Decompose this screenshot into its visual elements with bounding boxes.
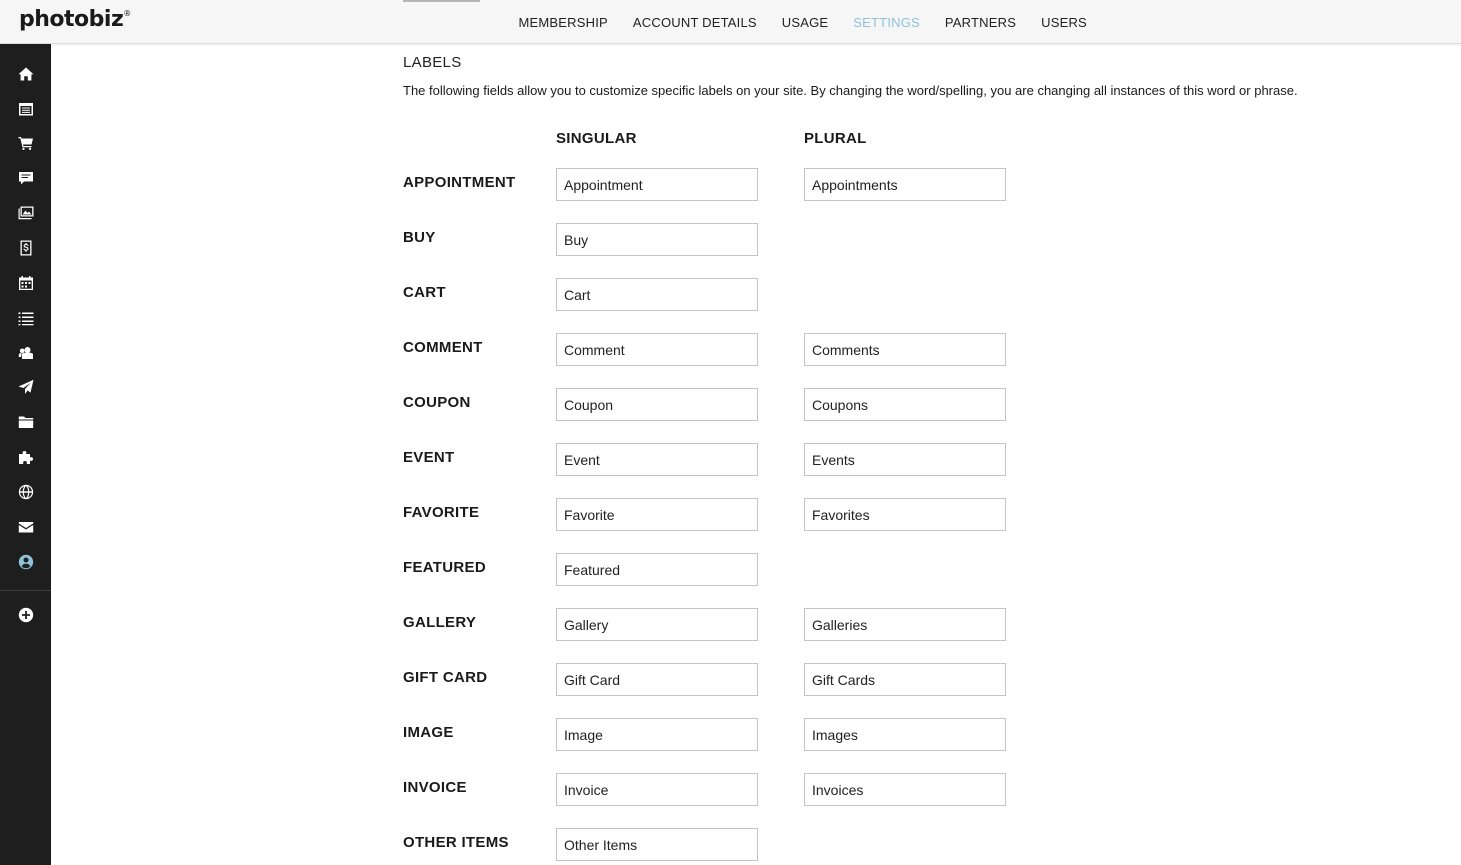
label-row-other-items: OTHER ITEMS Other Items <box>403 828 1103 861</box>
list-icon[interactable] <box>0 301 51 335</box>
plural-input[interactable]: Coupons <box>804 388 1006 421</box>
row-label: GALLERY <box>403 614 477 631</box>
singular-input[interactable]: Other Items <box>556 828 758 861</box>
singular-input[interactable]: Appointment <box>556 168 758 201</box>
tab-partners[interactable]: PARTNERS <box>932 0 1028 44</box>
plural-input[interactable]: Appointments <box>804 168 1006 201</box>
plural-input[interactable]: Galleries <box>804 608 1006 641</box>
section-description: The following fields allow you to custom… <box>403 83 1298 98</box>
row-label: INVOICE <box>403 779 467 796</box>
tab-membership[interactable]: MEMBERSHIP <box>506 0 620 44</box>
row-label: BUY <box>403 229 436 246</box>
label-row-comment: COMMENT Comment Comments <box>403 333 1103 366</box>
invoice-icon[interactable] <box>0 231 51 265</box>
section-title: LABELS <box>403 54 462 71</box>
cart-icon[interactable] <box>0 126 51 160</box>
label-row-appointment: APPOINTMENT Appointment Appointments <box>403 168 1103 201</box>
singular-input[interactable]: Gift Card <box>556 663 758 696</box>
comment-icon[interactable] <box>0 161 51 195</box>
top-nav: MEMBERSHIP ACCOUNT DETAILS USAGE SETTING… <box>506 0 1099 44</box>
calendar-list-icon[interactable] <box>0 92 51 126</box>
sidebar-divider <box>0 590 51 591</box>
row-label: IMAGE <box>403 724 454 741</box>
row-label: OTHER ITEMS <box>403 834 509 851</box>
tab-users[interactable]: USERS <box>1029 0 1100 44</box>
plural-input[interactable]: Events <box>804 443 1006 476</box>
label-row-buy: BUY Buy <box>403 223 1103 256</box>
row-label: EVENT <box>403 449 455 466</box>
singular-input[interactable]: Featured <box>556 553 758 586</box>
event-calendar-icon[interactable] <box>0 266 51 300</box>
add-icon[interactable] <box>0 598 51 632</box>
plural-input[interactable]: Gift Cards <box>804 663 1006 696</box>
plural-input[interactable]: Comments <box>804 333 1006 366</box>
label-row-event: EVENT Event Events <box>403 443 1103 476</box>
label-row-gift-card: GIFT CARD Gift Card Gift Cards <box>403 663 1103 696</box>
sidebar <box>0 44 51 865</box>
singular-input[interactable]: Image <box>556 718 758 751</box>
folder-icon[interactable] <box>0 405 51 439</box>
column-header-plural: PLURAL <box>804 130 867 147</box>
tab-settings[interactable]: SETTINGS <box>841 0 933 44</box>
singular-input[interactable]: Buy <box>556 223 758 256</box>
singular-input[interactable]: Favorite <box>556 498 758 531</box>
label-row-coupon: COUPON Coupon Coupons <box>403 388 1103 421</box>
puzzle-icon[interactable] <box>0 440 51 474</box>
row-label: CART <box>403 284 446 301</box>
plural-input[interactable]: Favorites <box>804 498 1006 531</box>
row-label: FEATURED <box>403 559 486 576</box>
top-bar: photobiz® MEMBERSHIP ACCOUNT DETAILS USA… <box>0 0 1461 44</box>
label-row-featured: FEATURED Featured <box>403 553 1103 586</box>
users-icon[interactable] <box>0 336 51 370</box>
singular-input[interactable]: Event <box>556 443 758 476</box>
plural-input[interactable]: Invoices <box>804 773 1006 806</box>
tab-indicator <box>403 0 480 2</box>
tab-account-details[interactable]: ACCOUNT DETAILS <box>620 0 769 44</box>
tab-usage[interactable]: USAGE <box>769 0 841 44</box>
singular-input[interactable]: Coupon <box>556 388 758 421</box>
column-header-singular: SINGULAR <box>556 130 637 147</box>
mail-icon[interactable] <box>0 510 51 544</box>
label-row-gallery: GALLERY Gallery Galleries <box>403 608 1103 641</box>
singular-input[interactable]: Cart <box>556 278 758 311</box>
label-row-favorite: FAVORITE Favorite Favorites <box>403 498 1103 531</box>
gallery-icon[interactable] <box>0 196 51 230</box>
label-row-invoice: INVOICE Invoice Invoices <box>403 773 1103 806</box>
send-icon[interactable] <box>0 370 51 404</box>
photobiz-logo[interactable]: photobiz® <box>19 7 131 32</box>
row-label: FAVORITE <box>403 504 480 521</box>
singular-input[interactable]: Gallery <box>556 608 758 641</box>
singular-input[interactable]: Invoice <box>556 773 758 806</box>
account-icon[interactable] <box>0 545 51 579</box>
plural-input[interactable]: Images <box>804 718 1006 751</box>
label-row-image: IMAGE Image Images <box>403 718 1103 751</box>
row-label: COUPON <box>403 394 471 411</box>
row-label: COMMENT <box>403 339 483 356</box>
home-icon[interactable] <box>0 57 51 91</box>
singular-input[interactable]: Comment <box>556 333 758 366</box>
globe-icon[interactable] <box>0 475 51 509</box>
label-row-cart: CART Cart <box>403 278 1103 311</box>
row-label: GIFT CARD <box>403 669 488 686</box>
row-label: APPOINTMENT <box>403 174 516 191</box>
